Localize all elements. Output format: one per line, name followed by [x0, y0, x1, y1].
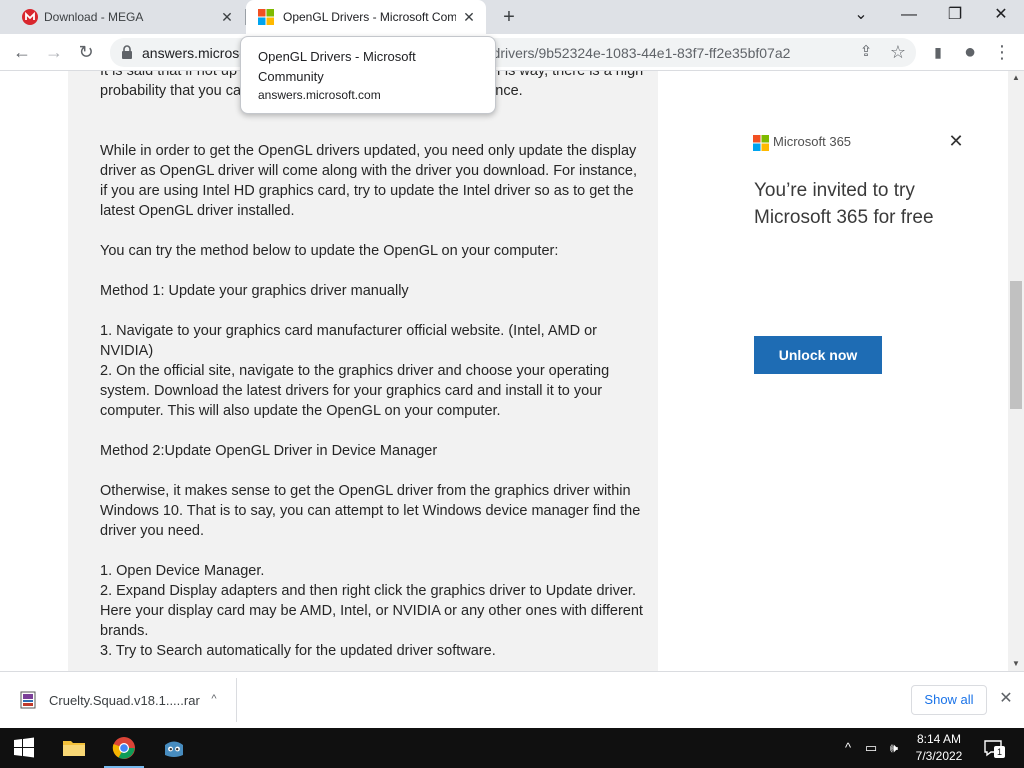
microsoft-logo-icon — [753, 135, 769, 151]
article-heading: Method 2:Update OpenGL Driver in Device … — [100, 443, 438, 459]
godot-icon — [165, 741, 183, 757]
scroll-down-icon[interactable]: ▼ — [1008, 657, 1024, 671]
address-bar[interactable]: answers.microso t-drivers/9b52324e-1083-… — [110, 38, 916, 67]
screen: Download - MEGA ✕ OpenGL Drivers - Micro… — [0, 0, 1024, 768]
windows-start-icon — [14, 737, 34, 758]
chevron-up-icon[interactable]: ^ — [204, 689, 224, 709]
start-button[interactable] — [0, 728, 48, 768]
scrollbar-thumb[interactable] — [1010, 281, 1022, 409]
browser-toolbar: ← → ↻ answers.microso t-drivers/9b52324e… — [0, 34, 1024, 71]
mega-icon — [22, 9, 38, 25]
url-text: answers.microso — [142, 45, 248, 61]
article-paragraph: 1. Open Device Manager. 2. Expand Displa… — [100, 563, 643, 659]
ad-brand: Microsoft 365 — [773, 134, 852, 149]
ad-headline: You’re invited to try Microsoft 365 for … — [754, 180, 934, 228]
scroll-up-icon[interactable]: ▲ — [1008, 71, 1024, 85]
menu-icon[interactable]: ⋮ — [990, 40, 1014, 64]
download-shelf: Cruelty.Squad.v18.1.....rar ^ Show all ✕ — [0, 671, 1024, 728]
microsoft-logo-icon — [258, 9, 274, 25]
tab-search-button[interactable]: ⌄ — [838, 0, 884, 34]
tab-close-icon[interactable]: ✕ — [460, 8, 478, 26]
tab-hover-card: OpenGL Drivers - Microsoft Community ans… — [240, 36, 496, 114]
hover-card-title: OpenGL Drivers - Microsoft Community — [258, 49, 416, 84]
article-body: It is said that if not up ll automatical… — [68, 71, 658, 671]
tab-opengl-drivers[interactable]: OpenGL Drivers - Microsoft Com ✕ — [246, 0, 486, 34]
url-text-tail: t-drivers/9b52324e-1083-44e1-83f7-ff2e35… — [484, 45, 791, 61]
new-tab-button[interactable]: + — [498, 6, 520, 28]
article-paragraph: You can try the method below to update t… — [100, 243, 559, 259]
download-file-name: Cruelty.Squad.v18.1.....rar — [49, 693, 200, 708]
unlock-now-button[interactable]: Unlock now — [754, 336, 882, 374]
article-paragraph: 1. Navigate to your graphics card manufa… — [100, 323, 610, 419]
file-explorer-taskbar-button[interactable] — [50, 728, 98, 768]
lock-icon[interactable] — [120, 45, 134, 59]
network-icon[interactable]: ▭ — [861, 738, 881, 758]
notification-count: 1 — [994, 746, 1005, 758]
close-icon[interactable]: ✕ — [996, 689, 1016, 709]
tab-strip: Download - MEGA ✕ OpenGL Drivers - Micro… — [0, 0, 1024, 34]
taskbar-clock[interactable]: 8:14 AM 7/3/2022 — [900, 731, 978, 765]
article-heading: Method 1: Update your graphics driver ma… — [100, 283, 409, 299]
side-panel-icon[interactable]: ▮ — [926, 40, 950, 64]
godot-taskbar-button[interactable] — [150, 728, 198, 768]
tab-title: Download - MEGA — [44, 10, 144, 24]
rar-file-icon — [20, 691, 36, 709]
microsoft-365-ad[interactable]: Microsoft 365 ✕ You’re invited to try Mi… — [740, 131, 970, 391]
close-icon[interactable]: ✕ — [946, 131, 966, 151]
back-icon[interactable]: ← — [10, 40, 34, 64]
tab-mega[interactable]: Download - MEGA ✕ — [8, 0, 244, 34]
show-all-button[interactable]: Show all — [911, 685, 987, 715]
clock-date: 7/3/2022 — [915, 749, 963, 763]
minimize-button[interactable]: — — [886, 0, 932, 34]
windows-taskbar: ^ ▭ 🕪 8:14 AM 7/3/2022 1 — [0, 728, 1024, 768]
bookmark-star-icon[interactable]: ☆ — [886, 40, 910, 64]
download-separator — [236, 678, 237, 722]
share-icon[interactable]: ⇪ — [854, 40, 878, 64]
article-paragraph: While in order to get the OpenGL drivers… — [100, 143, 638, 219]
clock-time: 8:14 AM — [916, 732, 962, 746]
chrome-icon — [112, 737, 135, 759]
tab-close-icon[interactable]: ✕ — [218, 8, 236, 26]
tab-title: OpenGL Drivers - Microsoft Com — [283, 10, 456, 24]
page-scrollbar[interactable]: ▲ ▼ — [1008, 71, 1024, 671]
profile-icon[interactable]: ● — [958, 40, 982, 64]
article-paragraph: Otherwise, it makes sense to get the Ope… — [100, 483, 641, 539]
page-content: It is said that if not up ll automatical… — [0, 71, 1008, 671]
restore-button[interactable]: ❐ — [932, 0, 978, 34]
chrome-taskbar-button[interactable] — [100, 728, 148, 768]
close-window-button[interactable]: ✕ — [978, 0, 1024, 34]
hover-card-host: answers.microsoft.com — [258, 88, 381, 102]
reload-icon[interactable]: ↻ — [74, 40, 98, 64]
download-item[interactable]: Cruelty.Squad.v18.1.....rar ^ — [0, 672, 236, 728]
tray-overflow-chevron-icon[interactable]: ^ — [838, 738, 858, 758]
file-explorer-icon — [63, 741, 85, 756]
forward-icon[interactable]: → — [42, 40, 66, 64]
notification-center-button[interactable]: 1 — [983, 738, 1005, 758]
